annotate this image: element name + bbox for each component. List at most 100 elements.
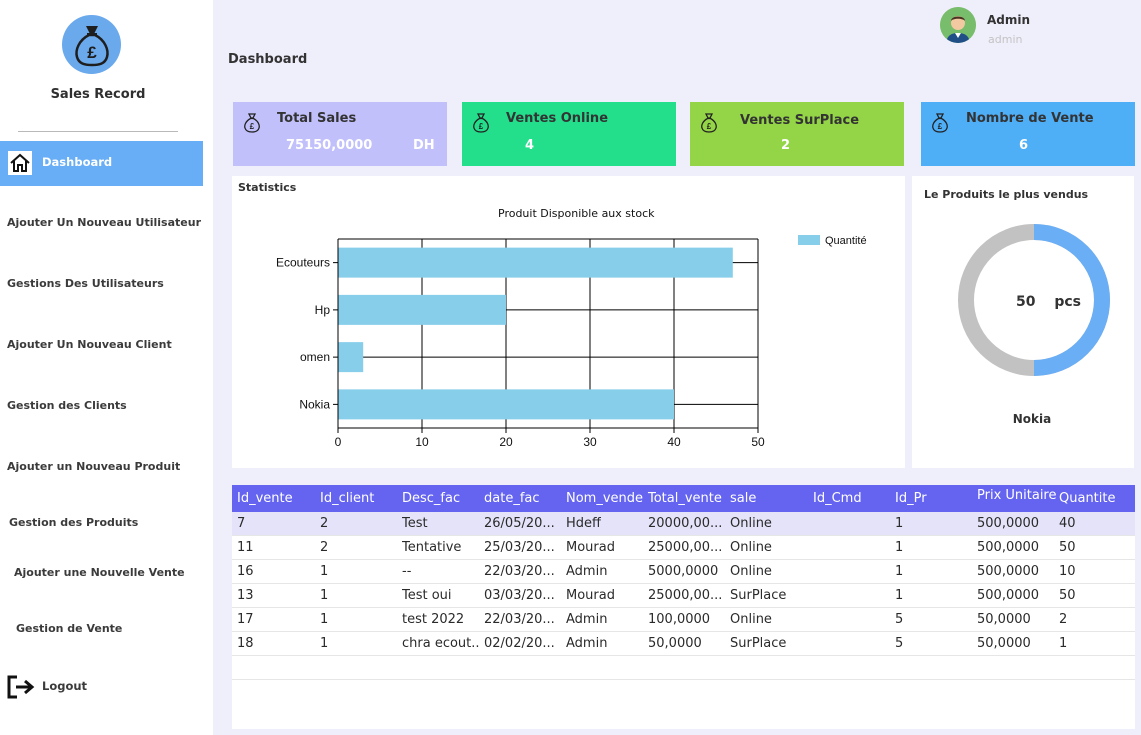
logout-button[interactable]: Logout xyxy=(42,679,87,693)
category-label: Nokia xyxy=(299,397,330,411)
card-total-sales: £ Total Sales 75150,0000 DH xyxy=(233,102,447,166)
table-header: Id_vente Id_client Desc_fac date_fac Nom_ven… xyxy=(232,485,1135,512)
table-cell: Hdeff xyxy=(566,516,601,531)
table-cell: 25/03/20... xyxy=(484,540,555,555)
table-cell: 5000,0000 xyxy=(648,564,719,579)
sidebar-item-manage-products[interactable]: Gestion des Produits xyxy=(9,516,138,529)
column-header[interactable]: Quantite xyxy=(1059,491,1115,506)
table-cell: 22/03/20... xyxy=(484,564,555,579)
donut-value-label: 50 pcs xyxy=(1016,294,1081,310)
table-cell: 18 xyxy=(237,636,254,651)
sales-table[interactable]: Id_vente Id_client Desc_fac date_fac Nom_ven… xyxy=(232,485,1135,729)
table-cell: 50,0000 xyxy=(977,636,1031,651)
table-cell: 22/03/20... xyxy=(484,612,555,627)
table-cell: 500,0000 xyxy=(977,588,1040,603)
card-value: 75150,0000 xyxy=(286,138,373,153)
x-tick-label: 0 xyxy=(335,435,342,449)
table-cell: 1 xyxy=(320,612,329,627)
money-bag-icon: £ xyxy=(932,113,948,133)
table-row[interactable]: 16 1 -- 22/03/20... Admin 5000,0000 Online 1 500… xyxy=(232,560,1135,584)
table-cell: 1 xyxy=(895,540,904,555)
column-header[interactable]: sale xyxy=(730,491,756,506)
top-product-panel: Le Produits le plus vendus 50 pcs Nokia xyxy=(912,176,1134,468)
table-cell: 1 xyxy=(320,588,329,603)
sidebar-item-manage-sales[interactable]: Gestion de Vente xyxy=(16,622,122,635)
table-cell: Online xyxy=(730,540,772,555)
user-avatar-icon[interactable] xyxy=(940,7,976,43)
card-surplace-sales: £ Ventes SurPlace 2 xyxy=(690,102,904,166)
table-row-empty[interactable] xyxy=(232,656,1135,680)
table-cell: 17 xyxy=(237,612,254,627)
card-sales-count: £ Nombre de Vente 6 xyxy=(921,102,1135,166)
table-cell: 26/05/20... xyxy=(484,516,555,531)
category-label: omen xyxy=(300,350,330,364)
svg-text:£: £ xyxy=(938,122,943,131)
table-cell: 1 xyxy=(1059,636,1068,651)
table-row[interactable]: 11 2 Tentative 25/03/20... Mourad 25000,00...… xyxy=(232,536,1135,560)
table-cell: 100,0000 xyxy=(648,612,711,627)
card-value: 2 xyxy=(781,138,791,153)
table-cell: 02/02/20... xyxy=(484,636,555,651)
column-header[interactable]: Id_Pr xyxy=(895,491,927,506)
table-cell: Online xyxy=(730,612,772,627)
table-cell: -- xyxy=(402,564,412,579)
column-header[interactable]: Nom_vende xyxy=(566,491,643,506)
column-header[interactable]: Total_vente xyxy=(648,491,722,506)
category-label: Hp xyxy=(315,303,331,317)
table-cell: Mourad xyxy=(566,588,615,603)
bar-nokia xyxy=(338,389,674,420)
money-bag-icon: £ xyxy=(473,113,489,133)
card-title: Total Sales xyxy=(277,111,357,126)
app-name: Sales Record xyxy=(50,87,146,102)
column-header[interactable]: Desc_fac xyxy=(402,491,460,506)
table-cell: 1 xyxy=(320,564,329,579)
column-header[interactable]: Id_client xyxy=(320,491,374,506)
table-cell: 20000,00... xyxy=(648,516,723,531)
logout-icon[interactable] xyxy=(7,675,35,699)
page-title: Dashboard xyxy=(228,52,308,67)
column-header[interactable]: Id_Cmd xyxy=(813,491,862,506)
table-cell: 40 xyxy=(1059,516,1076,531)
sidebar-item-manage-clients[interactable]: Gestion des Clients xyxy=(7,399,127,412)
table-cell: 500,0000 xyxy=(977,516,1040,531)
svg-text:£: £ xyxy=(707,122,712,131)
card-title: Ventes SurPlace xyxy=(740,113,860,128)
column-header[interactable]: date_fac xyxy=(484,491,540,506)
card-title: Ventes Online xyxy=(506,111,609,126)
card-online-sales: £ Ventes Online 4 xyxy=(462,102,676,166)
table-row[interactable]: 7 2 Test 26/05/20... Hdeff 20000,00... Online 1… xyxy=(232,512,1135,536)
table-cell: Online xyxy=(730,564,772,579)
sidebar-item-add-user[interactable]: Ajouter Un Nouveau Utilisateur xyxy=(7,216,201,229)
column-header[interactable]: Prix Unitaire xyxy=(977,489,1057,508)
card-value: 4 xyxy=(525,138,535,153)
table-cell: Online xyxy=(730,516,772,531)
money-bag-icon: £ xyxy=(75,26,109,67)
table-cell: 5 xyxy=(895,636,904,651)
sidebar-item-dashboard[interactable]: Dashboard xyxy=(0,141,203,186)
table-cell: chra ecout... xyxy=(402,636,480,651)
table-cell: 25000,00... xyxy=(648,588,723,603)
table-row[interactable]: 17 1 test 2022 22/03/20... Admin 100,0000 Onli… xyxy=(232,608,1135,632)
donut-unit: pcs xyxy=(1054,294,1082,310)
sidebar-item-manage-users[interactable]: Gestions Des Utilisateurs xyxy=(7,277,164,290)
top-product-name: Nokia xyxy=(1012,412,1052,426)
table-cell: 2 xyxy=(320,540,329,555)
table-cell: Test xyxy=(402,516,428,531)
sidebar-divider xyxy=(18,131,178,132)
x-tick-label: 50 xyxy=(751,435,765,449)
column-header[interactable]: Id_vente xyxy=(237,491,293,506)
sidebar-item-add-sale[interactable]: Ajouter une Nouvelle Vente xyxy=(14,566,185,579)
x-tick-label: 30 xyxy=(583,435,597,449)
x-tick-label: 20 xyxy=(499,435,513,449)
table-row[interactable]: 13 1 Test oui 03/03/20... Mourad 25000,00... S… xyxy=(232,584,1135,608)
table-row[interactable]: 18 1 chra ecout... 02/02/20... Admin 50,0000 S… xyxy=(232,632,1135,656)
table-cell: Mourad xyxy=(566,540,615,555)
sidebar-item-add-client[interactable]: Ajouter Un Nouveau Client xyxy=(7,338,172,351)
bar-omen xyxy=(338,342,364,373)
money-bag-icon: £ xyxy=(244,113,260,133)
bar-hp xyxy=(338,294,506,325)
table-cell: 1 xyxy=(895,516,904,531)
table-cell: SurPlace xyxy=(730,588,787,603)
table-cell: Admin xyxy=(566,564,608,579)
sidebar-item-add-product[interactable]: Ajouter un Nouveau Produit xyxy=(7,460,180,473)
